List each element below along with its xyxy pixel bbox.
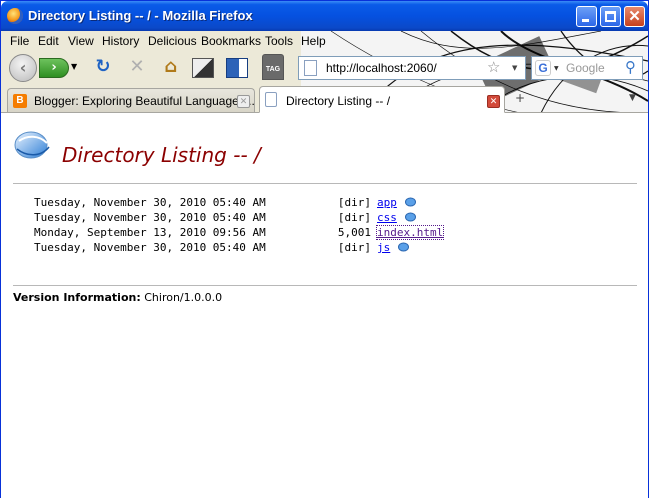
list-item: Tuesday, November 30, 2010 05:40 AM [dir… — [34, 241, 454, 256]
menu-edit[interactable]: Edit — [38, 34, 59, 48]
silverlight-icon — [398, 242, 409, 252]
menu-delicious[interactable]: Delicious — [148, 34, 197, 48]
delicious-icon[interactable] — [192, 58, 214, 78]
tab-label: Blogger: Exploring Beautiful Languages..… — [34, 94, 255, 108]
list-item: Tuesday, November 30, 2010 05:40 AM [dir… — [34, 196, 454, 211]
minimize-button[interactable] — [576, 6, 597, 27]
forward-button[interactable]: › — [39, 58, 69, 78]
search-input[interactable]: Google — [566, 61, 605, 75]
menu-bookmarks[interactable]: Bookmarks — [201, 34, 261, 48]
search-icon[interactable]: ⚲ — [625, 58, 636, 76]
page-icon — [304, 60, 317, 76]
page-content: Directory Listing -- / Tuesday, November… — [1, 113, 648, 498]
tab-blogger[interactable]: B Blogger: Exploring Beautiful Languages… — [7, 88, 255, 112]
tab-list-icon[interactable]: ▼ — [629, 93, 636, 103]
window-title: Directory Listing -- / - Mozilla Firefox — [28, 8, 253, 23]
navigation-toolbar: ‹ › ▼ ↻ ✕ ⌂ TAG http://localhost:2060/ ☆… — [1, 51, 648, 85]
entry-size: [dir] — [337, 211, 371, 224]
entry-size: [dir] — [337, 196, 371, 209]
home-icon[interactable]: ⌂ — [159, 55, 183, 79]
new-tab-icon[interactable]: + — [515, 91, 525, 105]
url-text[interactable]: http://localhost:2060/ — [326, 61, 437, 75]
maximize-icon — [605, 11, 616, 22]
search-bar[interactable]: G ▼ Google ⚲ — [531, 56, 643, 80]
tab-directory-listing[interactable]: Directory Listing -- / ✕ — [259, 86, 505, 113]
silverlight-icon — [405, 197, 416, 207]
page-title: Directory Listing -- / — [62, 143, 261, 167]
entry-link-app[interactable]: app — [377, 196, 397, 209]
silverlight-logo-icon — [14, 131, 50, 159]
forward-arrow-icon: › — [51, 60, 57, 75]
entry-date: Tuesday, November 30, 2010 05:40 AM — [34, 241, 266, 254]
menu-view[interactable]: View — [68, 34, 94, 48]
menu-file[interactable]: File — [10, 34, 29, 48]
tab-label: Directory Listing -- / — [286, 94, 391, 108]
entry-link-index-html[interactable]: index.html — [375, 225, 445, 240]
url-dropdown-icon[interactable]: ▼ — [512, 64, 517, 72]
version-info: Version Information: Chiron/1.0.0.0 — [13, 291, 222, 304]
entry-link-js[interactable]: js — [377, 241, 390, 254]
silverlight-icon — [405, 212, 416, 222]
divider — [13, 285, 637, 286]
entry-date: Monday, September 13, 2010 09:56 AM — [34, 226, 266, 239]
tag-icon[interactable]: TAG — [262, 54, 284, 80]
blogger-icon: B — [13, 94, 27, 108]
history-dropdown-icon[interactable]: ▼ — [71, 62, 77, 71]
browser-chrome: File Edit View History Delicious Bookmar… — [1, 31, 648, 113]
minimize-icon — [582, 19, 589, 22]
version-value: Chiron/1.0.0.0 — [144, 291, 223, 304]
menu-history[interactable]: History — [102, 34, 139, 48]
firefox-icon — [7, 8, 23, 24]
close-icon: ✕ — [628, 8, 641, 25]
stop-icon[interactable]: ✕ — [125, 55, 149, 79]
back-forward-group: ‹ › ▼ — [9, 54, 77, 82]
browser-window: Directory Listing -- / - Mozilla Firefox… — [0, 0, 649, 498]
search-engine-dropdown-icon[interactable]: ▼ — [554, 65, 559, 72]
back-arrow-icon: ‹ — [19, 58, 27, 77]
address-bar[interactable]: http://localhost:2060/ ☆ ▼ — [298, 56, 526, 80]
entry-size: 5,001 — [337, 226, 371, 239]
back-button[interactable]: ‹ — [9, 54, 37, 82]
bookmarks-sidebar-icon[interactable] — [226, 58, 248, 78]
entry-date: Tuesday, November 30, 2010 05:40 AM — [34, 196, 266, 209]
close-button[interactable]: ✕ — [624, 6, 645, 27]
bookmark-star-icon[interactable]: ☆ — [487, 58, 500, 76]
tab-close-icon[interactable]: ✕ — [237, 95, 250, 108]
list-item: Tuesday, November 30, 2010 05:40 AM [dir… — [34, 211, 454, 226]
tab-strip: B Blogger: Exploring Beautiful Languages… — [1, 86, 648, 113]
entry-size: [dir] — [337, 241, 371, 254]
list-item: Monday, September 13, 2010 09:56 AM 5,00… — [34, 225, 454, 241]
divider — [13, 183, 637, 184]
tab-close-icon[interactable]: ✕ — [487, 95, 500, 108]
entry-link-css[interactable]: css — [377, 211, 397, 224]
version-label: Version Information: — [13, 291, 141, 304]
page-icon — [265, 92, 277, 107]
entry-date: Tuesday, November 30, 2010 05:40 AM — [34, 211, 266, 224]
reload-icon[interactable]: ↻ — [91, 55, 115, 79]
title-bar[interactable]: Directory Listing -- / - Mozilla Firefox… — [1, 1, 648, 31]
google-icon[interactable]: G — [535, 60, 551, 76]
menu-help[interactable]: Help — [301, 34, 326, 48]
maximize-button[interactable] — [600, 6, 621, 27]
menu-tools[interactable]: Tools — [265, 34, 293, 48]
